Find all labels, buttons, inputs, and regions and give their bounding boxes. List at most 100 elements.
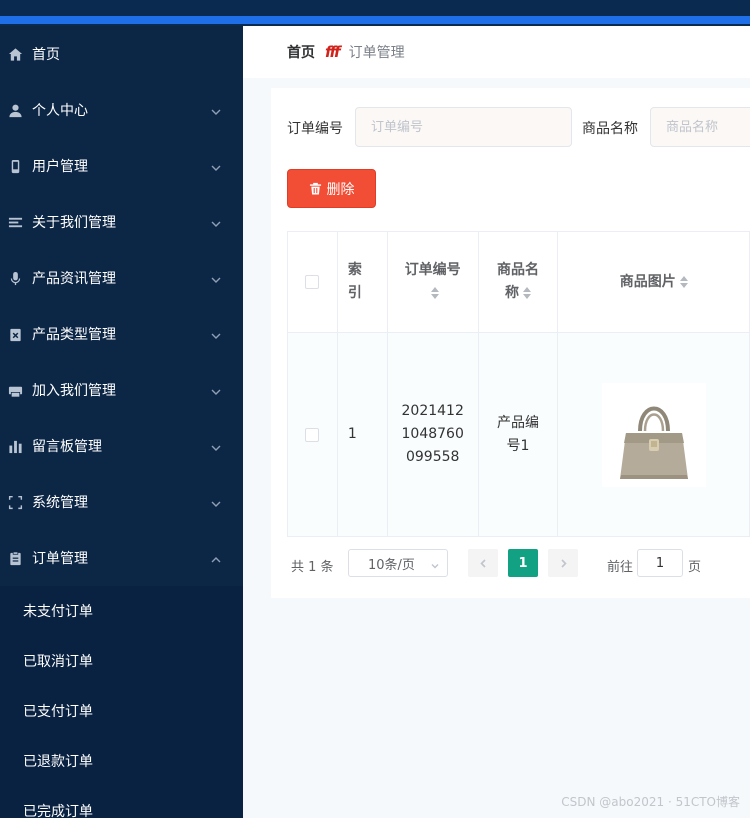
pagination-total: 共 1 条: [291, 560, 334, 575]
sidebar-item-order-management[interactable]: 订单管理: [0, 530, 243, 586]
home-icon: [7, 46, 23, 62]
sidebar-subitem-refunded-orders[interactable]: 已退款订单: [0, 736, 243, 786]
sort-icon[interactable]: [523, 287, 531, 299]
chevron-down-icon: [211, 385, 221, 395]
order-no-input[interactable]: [355, 107, 572, 147]
sidebar-item-label: 产品类型管理: [32, 327, 116, 343]
delete-button[interactable]: 删除: [287, 169, 376, 208]
sidebar-item-label: 首页: [32, 47, 60, 63]
table-row: 1 2021412 1048760 099558 产品编 号1: [288, 333, 750, 537]
row-order-no-line1: 2021412: [401, 403, 464, 419]
clipboard-x-icon: [7, 326, 23, 342]
row-product-name-line1: 产品编: [497, 414, 539, 431]
goto-page-input[interactable]: [637, 549, 683, 577]
sidebar-item-system[interactable]: 系统管理: [0, 474, 243, 530]
sort-icon[interactable]: [679, 276, 688, 288]
breadcrumb: 首页 fff 订单管理: [243, 26, 750, 78]
chevron-down-icon: [211, 497, 221, 507]
product-name-input[interactable]: [650, 107, 750, 147]
chevron-down-icon: [431, 559, 439, 569]
trash-icon: [309, 182, 321, 195]
chevron-up-icon: [211, 553, 221, 563]
breadcrumb-separator: fff: [325, 43, 341, 61]
header-checkbox-cell: [288, 232, 338, 333]
sidebar-subitem-completed-orders[interactable]: 已完成订单: [0, 786, 243, 818]
watermark: CSDN @abo2021 · 51CTO博客: [561, 795, 740, 809]
top-bar: [0, 0, 750, 26]
breadcrumb-current: 订单管理: [348, 45, 405, 61]
phone-icon: [7, 158, 23, 174]
sidebar: 首页 个人中心 用户管理 关于我们管理 产品资讯管理 产品类型管理 加入我们管理…: [0, 26, 243, 818]
row-order-no-line2: 1048760: [401, 426, 464, 442]
select-all-checkbox[interactable]: [305, 275, 320, 289]
printer-icon: [7, 382, 23, 398]
row-checkbox[interactable]: [305, 427, 320, 442]
delete-button-label: 删除: [326, 181, 355, 198]
sidebar-item-about-us[interactable]: 关于我们管理: [0, 194, 243, 250]
row-product-image-cell: [558, 333, 750, 537]
sidebar-item-personal-center[interactable]: 个人中心: [0, 82, 243, 138]
pagination: 共 1 条 10条/页 1 前往 页: [291, 549, 750, 579]
sidebar-item-label: 留言板管理: [32, 439, 102, 455]
handbag-image: [619, 406, 688, 479]
sidebar-subitem-cancelled-orders[interactable]: 已取消订单: [0, 636, 243, 686]
header-product-name-line1: 商品名: [497, 262, 539, 278]
chevron-down-icon: [211, 217, 221, 227]
bar-chart-icon: [7, 438, 23, 454]
header-product-image[interactable]: 商品图片: [558, 232, 750, 333]
order-panel: 订单编号 商品名称 删除 索 引 订单编号: [271, 88, 750, 598]
header-order-no[interactable]: 订单编号: [387, 232, 479, 333]
product-name-label: 商品名称: [582, 121, 638, 137]
sidebar-item-join-us[interactable]: 加入我们管理: [0, 362, 243, 418]
chevron-down-icon: [211, 441, 221, 451]
header-index-line2: 引: [347, 285, 362, 301]
sidebar-item-label: 订单管理: [32, 551, 88, 567]
sidebar-item-label: 个人中心: [32, 103, 88, 119]
sidebar-subitem-paid-orders[interactable]: 已支付订单: [0, 686, 243, 736]
sidebar-item-product-type[interactable]: 产品类型管理: [0, 306, 243, 362]
user-icon: [7, 102, 23, 118]
sidebar-item-label: 加入我们管理: [32, 383, 116, 399]
sidebar-item-message-board[interactable]: 留言板管理: [0, 418, 243, 474]
table-header-row: 索 引 订单编号 商品名 称 商品图片: [288, 232, 750, 333]
main-content: 首页 fff 订单管理 订单编号 商品名称 删除 索 引: [243, 26, 750, 818]
chevron-down-icon: [211, 105, 221, 115]
goto-page-unit: 页: [688, 560, 702, 575]
page-number-current[interactable]: 1: [508, 549, 538, 577]
sidebar-item-user-management[interactable]: 用户管理: [0, 138, 243, 194]
top-accent-bar: [0, 16, 750, 24]
page-size-value: 10条/页: [368, 557, 415, 573]
header-product-name-line2: 称: [505, 285, 519, 301]
header-product-name[interactable]: 商品名 称: [478, 232, 559, 333]
sort-icon[interactable]: [430, 287, 439, 299]
order-no-label: 订单编号: [287, 121, 343, 137]
sidebar-item-home[interactable]: 首页: [0, 26, 243, 82]
header-index: 索 引: [337, 232, 388, 333]
product-image[interactable]: [601, 382, 706, 487]
row-order-no-line3: 099558: [405, 449, 460, 465]
list-icon: [7, 214, 23, 230]
chevron-right-icon: [560, 558, 567, 568]
order-table: 索 引 订单编号 商品名 称 商品图片 1 2021412 1048760 09…: [287, 231, 750, 537]
sidebar-subitem-unpaid-orders[interactable]: 未支付订单: [0, 586, 243, 636]
frame-icon: [7, 494, 23, 510]
header-product-image-label: 商品图片: [619, 273, 676, 290]
breadcrumb-home[interactable]: 首页: [287, 42, 315, 62]
sidebar-item-label: 产品资讯管理: [32, 271, 116, 287]
chevron-down-icon: [211, 329, 221, 339]
row-checkbox-cell: [288, 333, 338, 537]
chevron-down-icon: [211, 161, 221, 171]
sidebar-item-label: 关于我们管理: [32, 215, 116, 231]
header-index-line1: 索: [347, 262, 362, 278]
prev-page-button[interactable]: [468, 549, 498, 577]
next-page-button[interactable]: [548, 549, 578, 577]
row-product-name-line2: 号1: [506, 437, 530, 454]
clipboard-icon: [7, 550, 23, 566]
microphone-icon: [7, 270, 23, 286]
row-product-name: 产品编 号1: [478, 333, 559, 537]
header-order-no-label: 订单编号: [404, 262, 461, 278]
sidebar-item-label: 系统管理: [32, 495, 88, 511]
page-size-select[interactable]: 10条/页: [348, 549, 448, 577]
sidebar-item-product-news[interactable]: 产品资讯管理: [0, 250, 243, 306]
chevron-left-icon: [479, 558, 486, 568]
